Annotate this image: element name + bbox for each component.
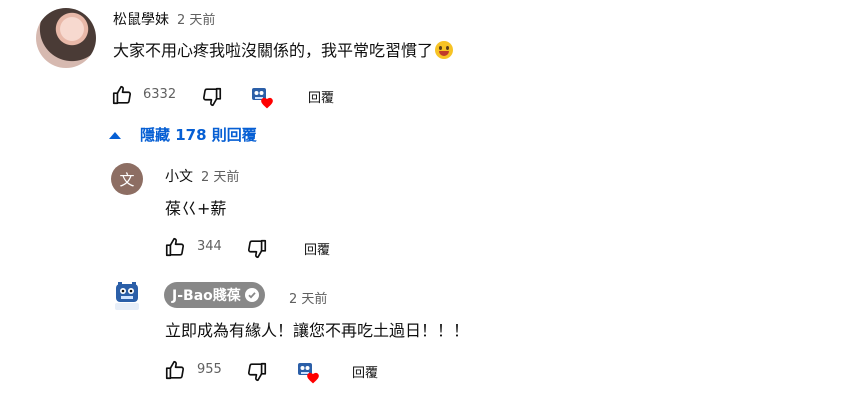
creator-heart-badge — [249, 85, 277, 111]
comment-time[interactable]: 2 天前 — [177, 9, 215, 28]
creator-avatar[interactable] — [111, 280, 143, 312]
caret-up-icon — [109, 131, 121, 139]
thumbs-up-icon — [165, 237, 185, 257]
like-button[interactable] — [111, 84, 133, 106]
hide-replies-label: 隱藏 178 則回覆 — [140, 126, 257, 144]
creator-heart-badge-2 — [295, 360, 323, 386]
thumbs-down-icon — [247, 239, 267, 259]
thumbs-down-icon — [202, 87, 222, 107]
comment-author[interactable]: 松鼠學妹 — [113, 9, 169, 29]
grinning-face-emoji-icon — [435, 41, 454, 59]
creator-like-button[interactable] — [164, 359, 186, 381]
verified-check-icon — [244, 288, 259, 302]
comment-text-body: 大家不用心疼我啦沒關係的，我平常吃習慣了 — [113, 41, 434, 60]
jbao-mascot-icon — [115, 282, 139, 310]
heart-icon — [307, 372, 319, 384]
hide-replies-toggle[interactable]: 隱藏 178 則回覆 — [108, 124, 257, 145]
creator-dislike-button[interactable] — [246, 361, 268, 383]
thumbs-down-icon — [247, 362, 267, 382]
comment-text: 大家不用心疼我啦沒關係的，我平常吃習慣了 — [113, 37, 454, 61]
creator-name: J-Bao賤葆 — [172, 288, 241, 304]
like-count: 6332 — [143, 87, 177, 102]
reply-time[interactable]: 2 天前 — [201, 166, 239, 185]
reply-dislike-button[interactable] — [246, 238, 268, 260]
commenter-avatar[interactable] — [36, 8, 96, 68]
reply-reply-button[interactable]: 回覆 — [304, 239, 330, 258]
reply-author[interactable]: 小文 — [165, 166, 193, 186]
comment-header: 松鼠學妹 2 天前 — [113, 9, 215, 29]
thumbs-up-icon — [112, 85, 132, 105]
heart-icon — [261, 97, 273, 109]
creator-like-count: 955 — [197, 362, 222, 377]
reply-text: 葆巜+薪 — [165, 199, 227, 218]
reply-avatar-xiaowen[interactable]: 文 — [111, 163, 143, 195]
creator-reply-text: 立即成為有緣人！讓您不再吃土過日！！！ — [165, 321, 470, 340]
dislike-button[interactable] — [201, 86, 223, 108]
reply-button[interactable]: 回覆 — [308, 87, 334, 106]
reply-like-button[interactable] — [164, 236, 186, 258]
reply-like-count: 344 — [197, 239, 222, 254]
creator-name-chip[interactable]: J-Bao賤葆 — [164, 282, 265, 308]
thumbs-up-icon — [165, 360, 185, 380]
creator-reply-time[interactable]: 2 天前 — [289, 288, 327, 307]
reply-header: 小文 2 天前 — [165, 166, 239, 186]
creator-reply-button[interactable]: 回覆 — [352, 362, 378, 381]
avatar-letter: 文 — [119, 170, 135, 189]
